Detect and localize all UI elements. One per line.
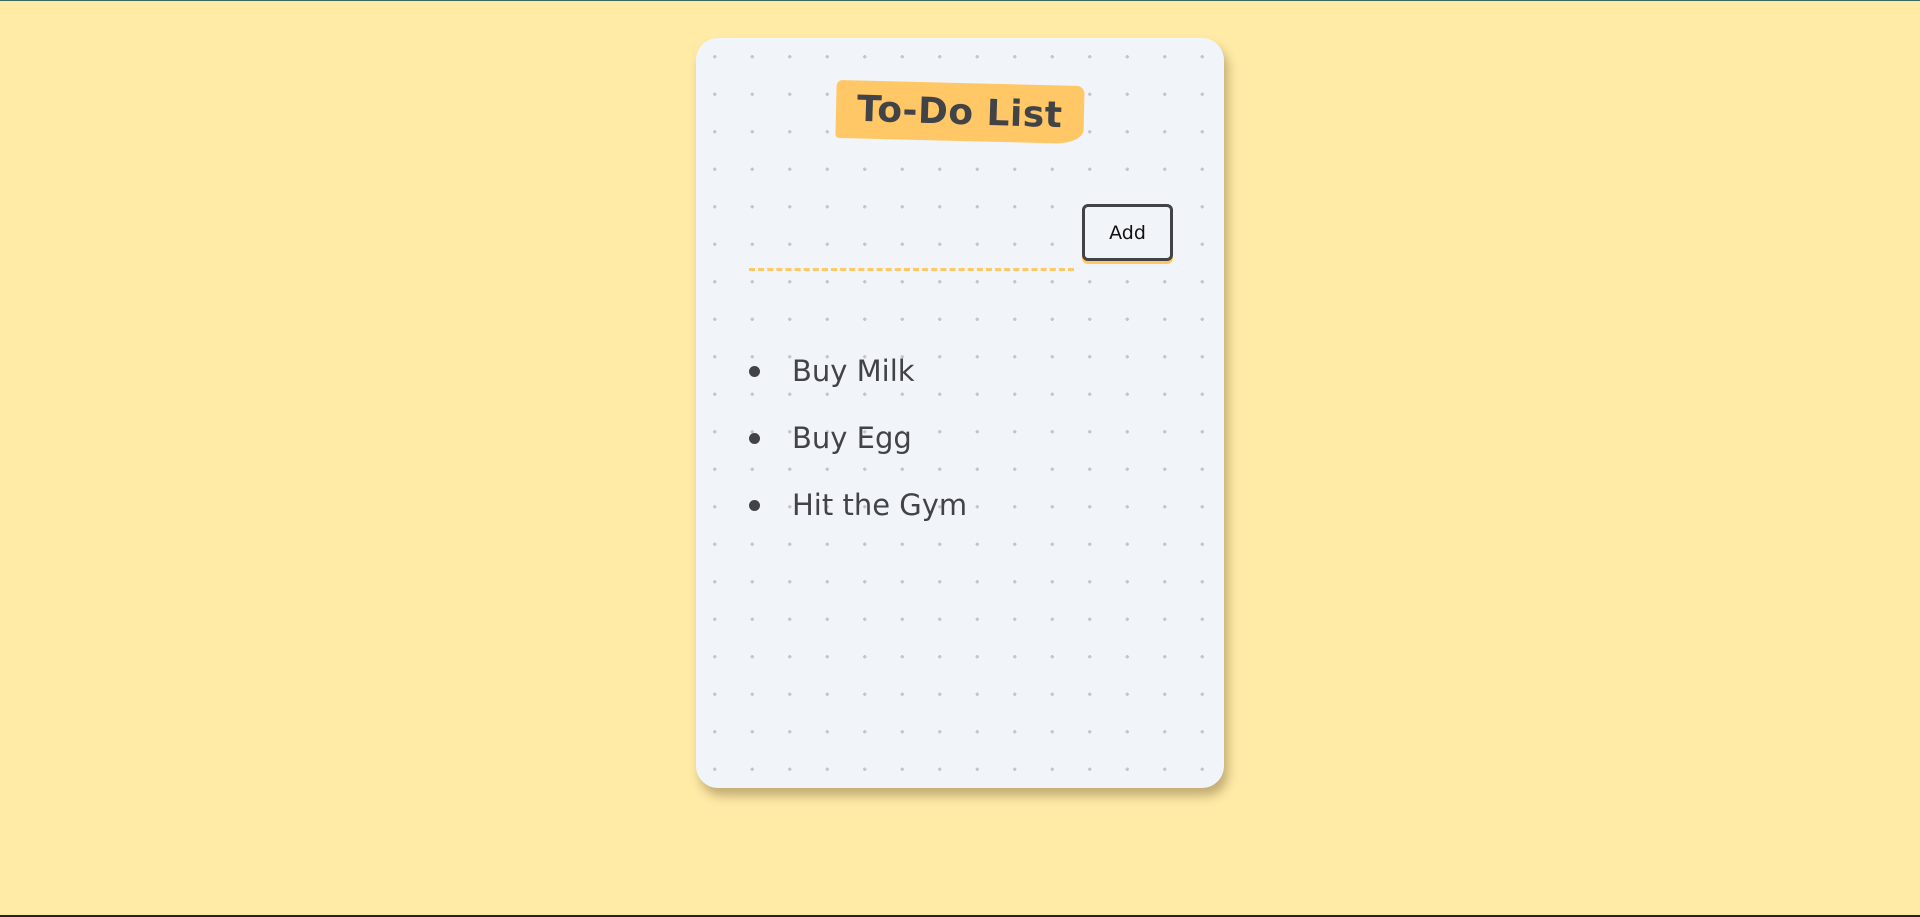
todo-item-label: Buy Egg <box>792 420 912 455</box>
task-input[interactable] <box>749 244 1074 271</box>
todo-item[interactable]: Buy Egg <box>749 405 967 472</box>
add-button[interactable]: Add <box>1082 204 1173 261</box>
page-title: To-Do List <box>856 88 1064 136</box>
bullet-icon <box>749 433 760 444</box>
todo-item-label: Buy Milk <box>792 353 915 388</box>
bullet-icon <box>749 366 760 377</box>
todo-list: Buy Milk Buy Egg Hit the Gym <box>749 338 967 539</box>
bullet-icon <box>749 500 760 511</box>
todo-item-label: Hit the Gym <box>792 487 968 522</box>
title-tag: To-Do List <box>835 79 1085 145</box>
todo-card: To-Do List Add Buy Milk Buy Egg Hit the … <box>696 38 1224 788</box>
todo-item[interactable]: Buy Milk <box>749 338 967 405</box>
todo-item[interactable]: Hit the Gym <box>749 472 967 539</box>
